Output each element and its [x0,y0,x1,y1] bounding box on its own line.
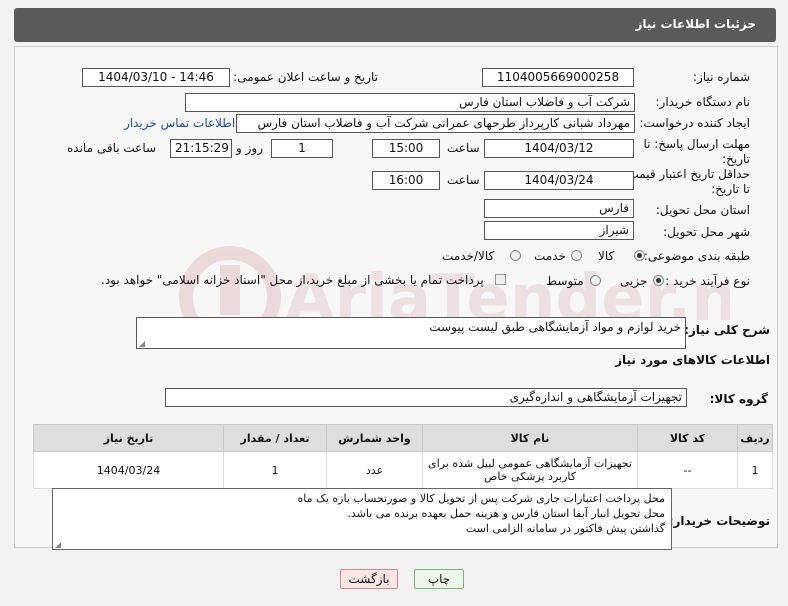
col-name: نام کالا [422,424,638,452]
min-validity-time-label: ساعت [447,173,480,187]
min-validity-time-field[interactable]: 16:00 [372,171,440,190]
announce-datetime-label: تاریخ و ساعت اعلان عمومی: [233,70,378,84]
delivery-province-field[interactable]: فارس [484,199,634,218]
delivery-city-label: شهر محل تحویل: [663,225,750,239]
goods-table-header: ردیف کد کالا نام کالا واحد شمارش تعداد /… [33,424,773,452]
remaining-time-label: ساعت باقی مانده [67,141,157,155]
announce-datetime-field[interactable]: 1404/03/10 - 14:46 [82,68,230,87]
category-option-service: خدمت [534,249,566,263]
requester-field[interactable]: مهرداد شبانی کارپرداز طرحهای عمرانی شرکت… [236,114,635,133]
goods-section-title: اطلاعات کالاهای مورد نیاز [615,353,770,367]
process-radio-minor[interactable] [653,275,664,286]
deadline-label-line2: تاریخ: [722,152,750,166]
col-date: تاریخ نیاز [33,424,224,452]
goods-group-label: گروه کالا: [709,392,768,406]
page-header: جزئیات اطلاعات نیاز [14,8,776,42]
buyer-note-line: محل تحویل انبار آبفا استان فارس و هزینه … [347,507,665,520]
cell-date: 1404/03/24 [33,451,224,489]
table-row[interactable]: 1 -- تجهیزات آزمایشگاهی عمومی لیبل شده ب… [33,451,773,489]
delivery-province-label: استان محل تحویل: [655,203,750,217]
min-validity-label-line2: تا تاریخ: [711,182,750,196]
min-validity-date-field[interactable]: 1404/03/24 [484,171,634,190]
deadline-label-line1: مهلت ارسال پاسخ: تا [643,137,750,151]
goods-group-field[interactable]: تجهیزات آزمایشگاهی و اندازه‌گیری [165,388,687,407]
remaining-time-field[interactable]: 21:15:29 [170,139,232,158]
deadline-days-field[interactable]: 1 [271,139,333,158]
description-field[interactable]: خرید لوازم و مواد آزمایشگاهی طبق لیست پی… [136,317,686,349]
category-radio-goods-service[interactable] [510,250,521,261]
delivery-city-field[interactable]: شیراز [484,221,634,240]
category-label: طبقه بندی موضوعی: [643,249,750,263]
cell-code: -- [637,451,738,489]
resize-handle-icon: ◢ [55,540,62,549]
col-unit: واحد شمارش [326,424,423,452]
page-title: جزئیات اطلاعات نیاز [635,17,756,31]
deadline-date-field[interactable]: 1404/03/12 [484,139,634,158]
category-radio-service[interactable] [571,250,582,261]
treasury-payment-checkbox[interactable] [495,274,506,285]
buyer-note-line: گذاشتن پیش فاکتور در سامانه الزامی است [465,522,665,535]
treasury-payment-note: پرداخت تمام یا بخشی از مبلغ خرید،از محل … [101,273,484,287]
buyer-notes-label: توضیحات خریدار: [668,514,770,528]
cell-qty: 1 [223,451,327,489]
cell-name: تجهیزات آزمایشگاهی عمومی لیبل شده برای ک… [422,451,638,489]
goods-table: ردیف کد کالا نام کالا واحد شمارش تعداد /… [33,424,773,489]
process-type-label: نوع فرآیند خرید : [665,274,750,288]
deadline-days-label: روز و [236,141,263,155]
buyer-note-line: محل پرداخت اعتبارات جاری شرکت پس از تحوی… [297,492,665,505]
category-radio-goods[interactable] [634,250,645,261]
col-code: کد کالا [637,424,738,452]
cell-row: 1 [737,451,773,489]
resize-handle-icon: ◢ [139,339,146,348]
process-option-minor: جزیی [620,274,648,288]
back-button[interactable]: بازگشت [340,569,398,589]
print-button[interactable]: چاپ [414,569,464,589]
buyer-org-label: نام دستگاه خریدار: [655,95,751,109]
cell-unit: عدد [326,451,423,489]
col-qty: تعداد / مقدار [223,424,327,452]
buyer-org-field[interactable]: شرکت آب و فاضلاب استان فارس [185,93,635,112]
deadline-time-label: ساعت [447,141,480,155]
col-row: ردیف [737,424,773,452]
deadline-time-field[interactable]: 15:00 [372,139,440,158]
category-option-goods-service: کالا/خدمت [442,249,495,263]
min-validity-label-line1: حداقل تاریخ اعتبار قیمت: [623,167,750,181]
need-number-field[interactable]: 1104005669000258 [482,68,634,87]
need-number-label: شماره نیاز: [693,70,750,84]
buyer-contact-link[interactable]: اطلاعات تماس خریدار [124,116,235,130]
description-label: شرح کلی نیاز: [684,323,770,337]
requester-label: ایجاد کننده درخواست: [639,116,750,130]
process-option-medium: متوسط [546,274,584,288]
process-radio-medium[interactable] [590,275,601,286]
buyer-notes-field[interactable]: محل پرداخت اعتبارات جاری شرکت پس از تحوی… [52,488,672,550]
category-option-goods: کالا [598,249,615,263]
